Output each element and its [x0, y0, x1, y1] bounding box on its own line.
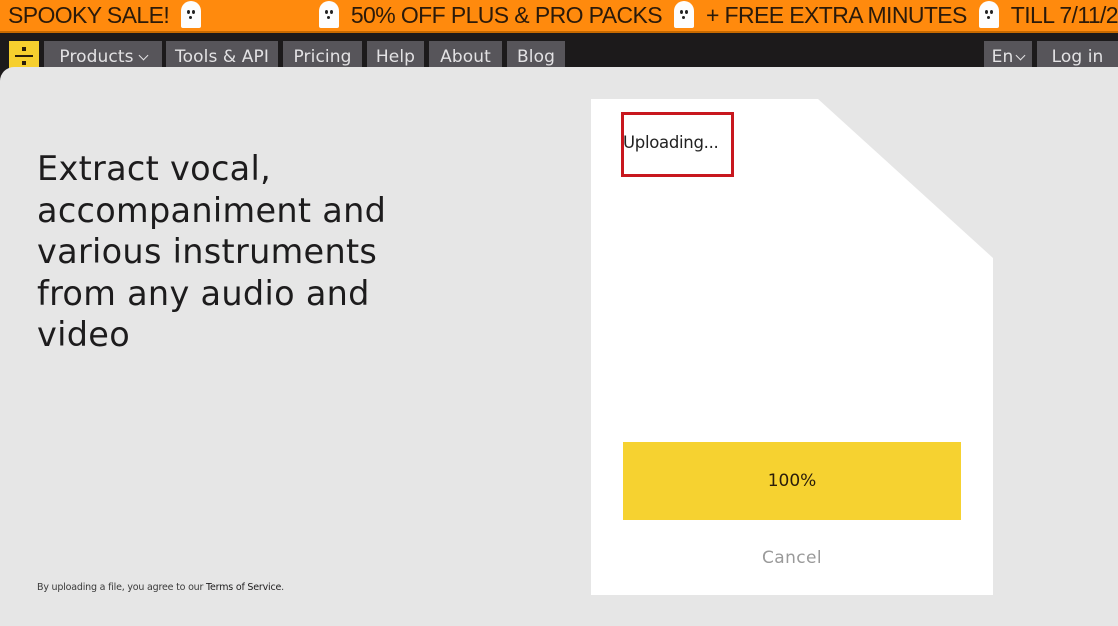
- promo-text-discount: 50% OFF PLUS & PRO PACKS: [350, 2, 663, 28]
- main-content: Extract vocal, accompaniment and various…: [0, 67, 1118, 626]
- promo-segment: TILL 7/11/2: [1011, 2, 1118, 29]
- chevron-down-icon: [1015, 50, 1026, 60]
- ghost-icon: [673, 1, 694, 28]
- cancel-button[interactable]: Cancel: [623, 545, 961, 571]
- nav-item-label: Blog: [517, 47, 555, 67]
- nav-item-label: Help: [375, 47, 416, 67]
- upload-progress-bar: 100%: [623, 442, 961, 520]
- promo-text-sale: SPOOKY SALE!: [8, 2, 170, 28]
- page-headline: Extract vocal, accompaniment and various…: [37, 149, 387, 354]
- promo-text-date: TILL 7/11/2: [1010, 2, 1118, 28]
- nav-item-label: Tools & API: [175, 47, 269, 67]
- progress-label: 100%: [767, 471, 817, 491]
- ghost-icon: [978, 1, 999, 28]
- nav-item-label: Products: [59, 47, 134, 67]
- promo-text-minutes: + FREE EXTRA MINUTES: [705, 2, 967, 28]
- chevron-down-icon: [138, 50, 149, 60]
- language-label: En: [991, 47, 1014, 67]
- login-label: Log in: [1051, 47, 1104, 67]
- promo-segment: SPOOKY SALE!: [8, 1, 213, 29]
- divide-icon: [22, 47, 26, 51]
- promo-segment: 50% OFF PLUS & PRO PACKS: [307, 1, 706, 29]
- terms-notice: By uploading a file, you agree to our Te…: [37, 582, 284, 593]
- terms-prefix: By uploading a file, you agree to our: [37, 582, 207, 593]
- ghost-icon: [181, 1, 202, 28]
- nav-item-label: Pricing: [293, 47, 352, 67]
- ghost-icon: [318, 1, 339, 28]
- promo-banner: SPOOKY SALE! 50% OFF PLUS & PRO PACKS + …: [0, 0, 1118, 33]
- terms-of-service-link[interactable]: Terms of Service: [206, 582, 281, 593]
- upload-status: Uploading...: [623, 133, 719, 152]
- promo-segment: + FREE EXTRA MINUTES: [705, 1, 1011, 29]
- nav-item-label: About: [440, 47, 491, 67]
